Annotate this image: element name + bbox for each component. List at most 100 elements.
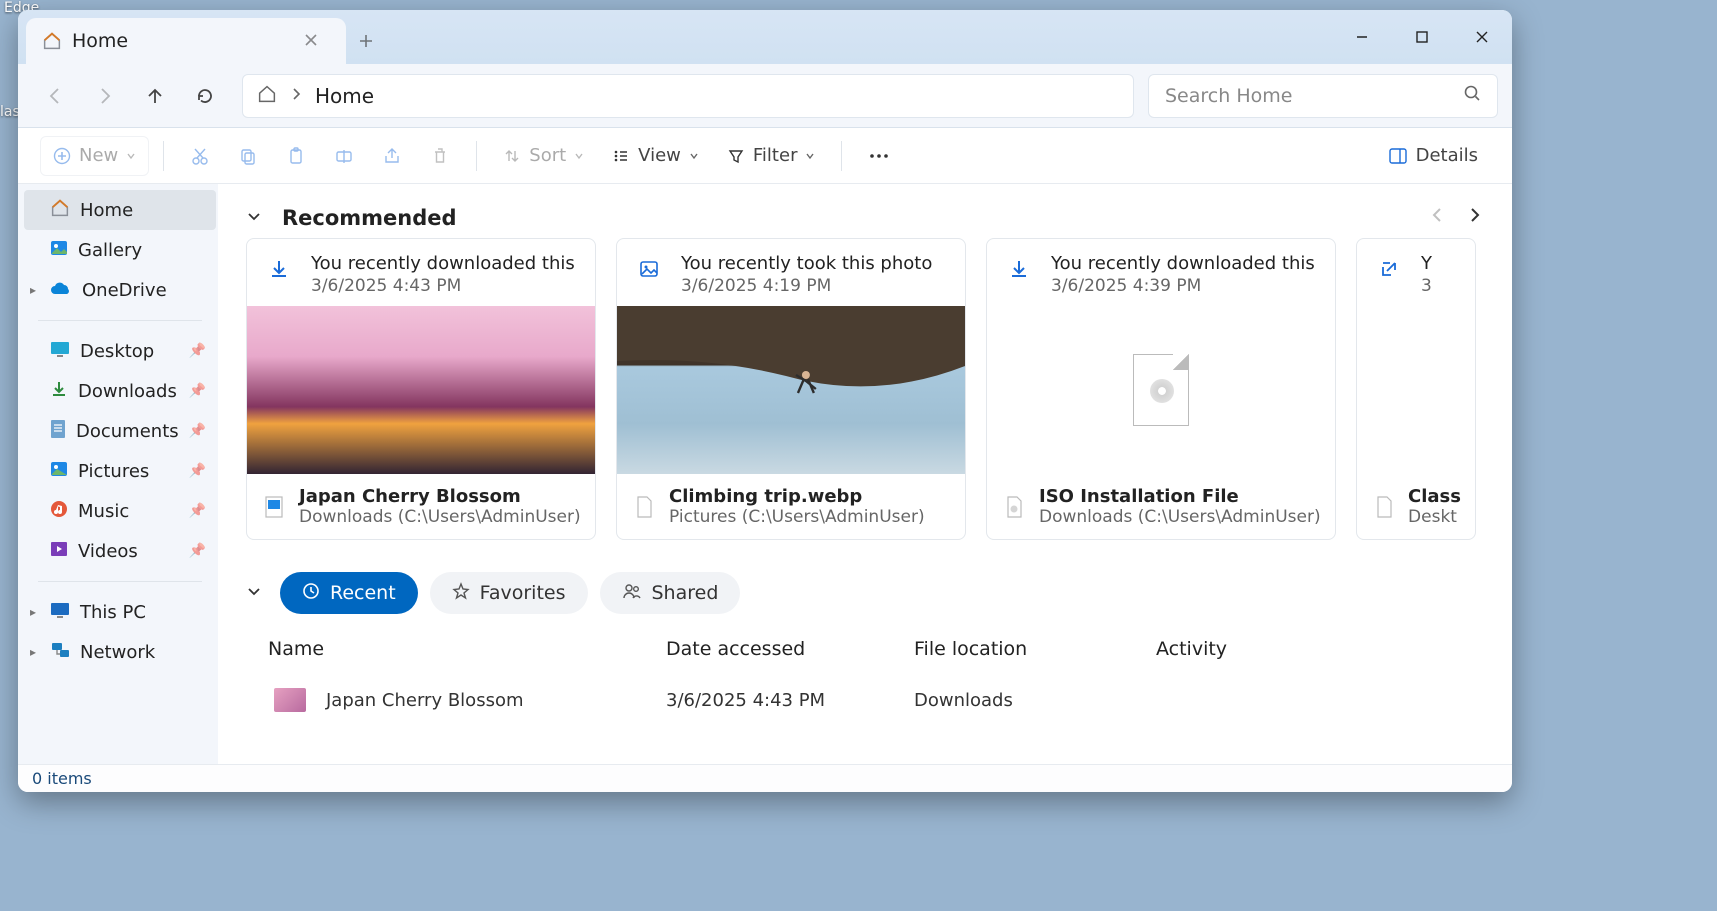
new-tab-button[interactable] bbox=[346, 18, 386, 64]
titlebar[interactable]: Home bbox=[18, 10, 1512, 64]
copy-button[interactable] bbox=[226, 136, 270, 176]
sidebar-item-label: Home bbox=[80, 200, 133, 221]
pin-icon[interactable]: 📌 bbox=[189, 543, 206, 559]
card-reason: Y bbox=[1421, 253, 1432, 274]
pin-icon[interactable]: 📌 bbox=[189, 463, 206, 479]
pin-icon[interactable]: 📌 bbox=[189, 503, 206, 519]
share-button[interactable] bbox=[370, 136, 414, 176]
col-activity[interactable]: Activity bbox=[1156, 638, 1336, 660]
more-button[interactable] bbox=[856, 136, 902, 176]
chevron-right-icon[interactable]: ▸ bbox=[30, 645, 36, 659]
breadcrumb-separator-icon[interactable] bbox=[291, 86, 301, 105]
filter-button[interactable]: Filter bbox=[715, 136, 828, 176]
back-button[interactable] bbox=[32, 73, 78, 119]
tab-home[interactable]: Home bbox=[26, 18, 346, 64]
download-icon bbox=[1003, 253, 1035, 285]
card-date: 3/6/2025 4:19 PM bbox=[681, 276, 932, 296]
tab-close-icon[interactable] bbox=[304, 32, 318, 51]
network-icon bbox=[50, 642, 70, 663]
chip-recent[interactable]: Recent bbox=[280, 572, 418, 614]
videos-icon bbox=[50, 541, 68, 562]
recommended-card[interactable]: You recently took this photo 3/6/2025 4:… bbox=[616, 238, 966, 540]
rename-button[interactable] bbox=[322, 136, 366, 176]
sidebar-item-label: Music bbox=[78, 501, 129, 522]
clock-icon bbox=[302, 582, 320, 605]
file-explorer-window: Home Home New bbox=[18, 10, 1512, 792]
col-name[interactable]: Name bbox=[246, 638, 666, 660]
cell-location: Downloads bbox=[914, 690, 1156, 711]
sidebar-item-videos[interactable]: Videos 📌 bbox=[24, 531, 216, 571]
sidebar-item-gallery[interactable]: Gallery bbox=[24, 230, 216, 270]
delete-button[interactable] bbox=[418, 136, 462, 176]
onedrive-icon bbox=[50, 280, 72, 301]
carousel-prev-icon[interactable] bbox=[1430, 206, 1444, 228]
sort-button[interactable]: Sort bbox=[491, 136, 596, 176]
sidebar-item-home[interactable]: Home bbox=[24, 190, 216, 230]
sidebar-item-documents[interactable]: Documents 📌 bbox=[24, 411, 216, 451]
pin-icon[interactable]: 📌 bbox=[189, 423, 206, 439]
card-filename: Climbing trip.webp bbox=[669, 486, 925, 507]
sidebar-item-thispc[interactable]: ▸ This PC bbox=[24, 592, 216, 632]
address-bar[interactable]: Home bbox=[242, 74, 1134, 118]
chevron-down-icon[interactable] bbox=[246, 208, 262, 228]
star-icon bbox=[452, 582, 470, 605]
pin-icon[interactable]: 📌 bbox=[189, 343, 206, 359]
details-pane-button[interactable]: Details bbox=[1376, 136, 1490, 176]
recommended-card[interactable]: You recently downloaded this 3/6/2025 4:… bbox=[986, 238, 1336, 540]
tab-title: Home bbox=[72, 30, 128, 52]
close-window-button[interactable] bbox=[1452, 10, 1512, 64]
sidebar-separator bbox=[38, 581, 202, 582]
forward-button[interactable] bbox=[82, 73, 128, 119]
card-thumbnail bbox=[987, 306, 1335, 474]
paste-button[interactable] bbox=[274, 136, 318, 176]
status-item-count: 0 items bbox=[32, 764, 92, 792]
status-bar: 0 items bbox=[18, 764, 1512, 792]
main-content: Recommended You recently downloaded this… bbox=[218, 184, 1512, 764]
card-date: 3/6/2025 4:39 PM bbox=[1051, 276, 1315, 296]
carousel-next-icon[interactable] bbox=[1468, 206, 1482, 228]
toolbar-separator bbox=[841, 141, 842, 171]
breadcrumb-home[interactable]: Home bbox=[315, 84, 374, 108]
chevron-right-icon[interactable]: ▸ bbox=[30, 605, 36, 619]
chip-favorites[interactable]: Favorites bbox=[430, 572, 588, 614]
sidebar-item-music[interactable]: Music 📌 bbox=[24, 491, 216, 531]
photo-icon bbox=[633, 253, 665, 285]
sidebar-item-pictures[interactable]: Pictures 📌 bbox=[24, 451, 216, 491]
search-box[interactable] bbox=[1148, 74, 1498, 118]
chip-shared[interactable]: Shared bbox=[600, 572, 741, 614]
cut-button[interactable] bbox=[178, 136, 222, 176]
recommended-card[interactable]: Y 3 Class Deskt bbox=[1356, 238, 1476, 540]
chip-label: Recent bbox=[330, 582, 396, 604]
refresh-button[interactable] bbox=[182, 73, 228, 119]
table-row[interactable]: Japan Cherry Blossom 3/6/2025 4:43 PM Do… bbox=[246, 676, 1512, 724]
desktop-shortcut-partial[interactable]: las bbox=[0, 104, 20, 120]
search-icon[interactable] bbox=[1463, 84, 1481, 107]
documents-icon bbox=[50, 419, 66, 444]
col-date-accessed[interactable]: Date accessed bbox=[666, 638, 914, 660]
sidebar-item-label: Desktop bbox=[80, 341, 154, 362]
chevron-right-icon[interactable]: ▸ bbox=[30, 283, 36, 297]
chevron-down-icon[interactable] bbox=[246, 583, 262, 603]
new-button[interactable]: New bbox=[40, 136, 149, 176]
image-file-icon bbox=[261, 492, 287, 522]
up-button[interactable] bbox=[132, 73, 178, 119]
minimize-button[interactable] bbox=[1332, 10, 1392, 64]
view-button[interactable]: View bbox=[600, 136, 711, 176]
sidebar-item-onedrive[interactable]: ▸ OneDrive bbox=[24, 270, 216, 310]
col-file-location[interactable]: File location bbox=[914, 638, 1156, 660]
chip-label: Shared bbox=[652, 582, 719, 604]
open-external-icon bbox=[1373, 253, 1405, 285]
file-thumbnail bbox=[274, 688, 306, 712]
recommended-card[interactable]: You recently downloaded this 3/6/2025 4:… bbox=[246, 238, 596, 540]
sidebar-item-downloads[interactable]: Downloads 📌 bbox=[24, 371, 216, 411]
iso-file-icon bbox=[1001, 492, 1027, 522]
pin-icon[interactable]: 📌 bbox=[189, 383, 206, 399]
home-icon bbox=[50, 199, 70, 222]
search-input[interactable] bbox=[1165, 85, 1463, 107]
sidebar-item-network[interactable]: ▸ Network bbox=[24, 632, 216, 672]
home-icon bbox=[257, 85, 277, 107]
sidebar-item-label: Network bbox=[80, 642, 155, 663]
sidebar-item-desktop[interactable]: Desktop 📌 bbox=[24, 331, 216, 371]
sidebar: Home Gallery ▸ OneDrive Desktop 📌 bbox=[18, 184, 218, 764]
maximize-button[interactable] bbox=[1392, 10, 1452, 64]
